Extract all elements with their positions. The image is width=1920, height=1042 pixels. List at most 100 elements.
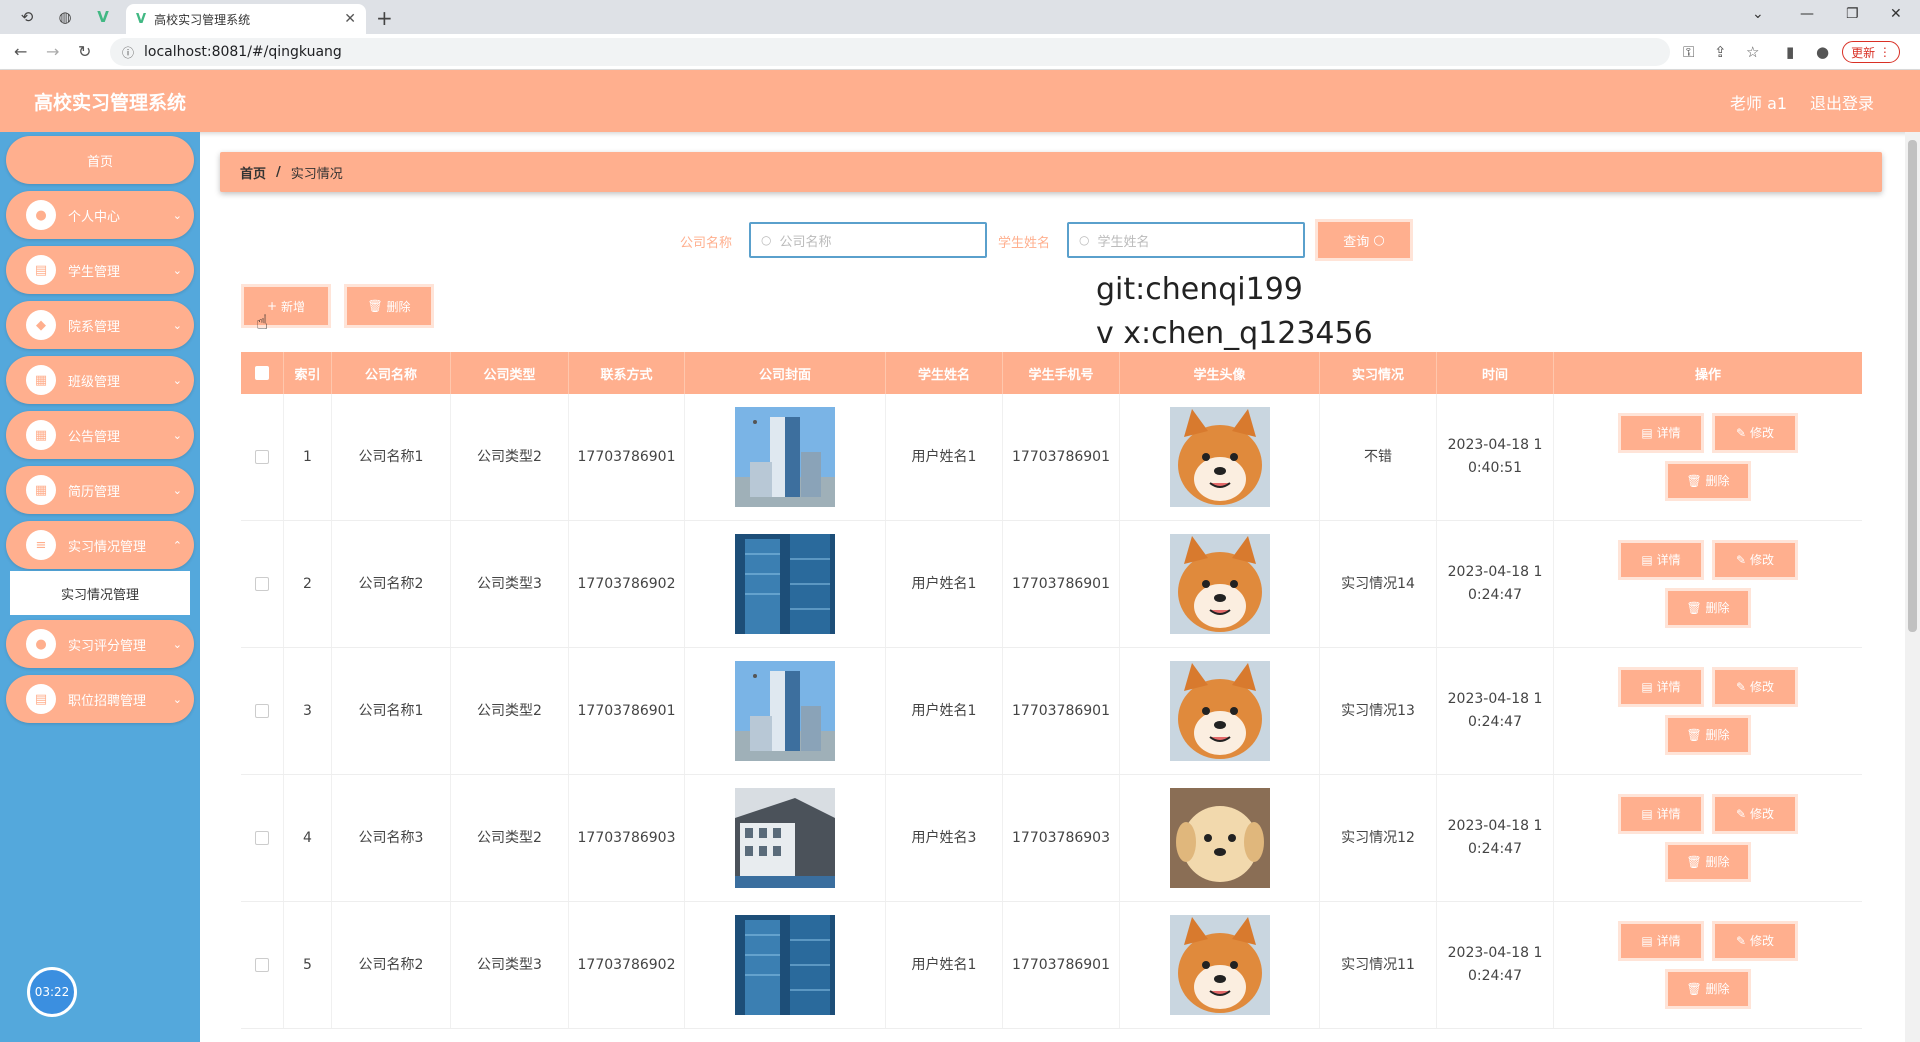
row-delete-button[interactable]: 🗑 删除 [1668, 591, 1748, 625]
share-icon[interactable]: ⇪ [1714, 43, 1727, 61]
sidebar-item-notices[interactable]: ▦ 公告管理 ⌄ [6, 411, 194, 459]
student-search-input[interactable]: ○ 学生姓名 [1067, 222, 1305, 258]
chevron-down-icon: ⌄ [172, 373, 182, 387]
detail-button[interactable]: ▤ 详情 [1621, 416, 1701, 450]
star-icon[interactable]: ☆ [1746, 43, 1759, 61]
globe-icon[interactable]: ◍ [54, 6, 76, 28]
cell-student-phone: 17703786901 [1003, 521, 1120, 647]
back-history-icon[interactable]: ⟲ [16, 6, 38, 28]
edit-button[interactable]: ✎ 修改 [1715, 670, 1795, 704]
vue-icon[interactable]: V [92, 6, 114, 28]
sidepanel-icon[interactable]: ▮ [1786, 43, 1794, 61]
back-icon[interactable]: ← [14, 42, 27, 61]
chevron-down-icon: ⌄ [172, 483, 182, 497]
info-icon[interactable]: ⓘ [122, 44, 134, 61]
reload-icon[interactable]: ↻ [78, 42, 91, 61]
student-avatar-image [1169, 407, 1270, 507]
update-button[interactable]: 更新 ⋮ [1842, 41, 1900, 63]
edit-button[interactable]: ✎ 修改 [1715, 797, 1795, 831]
row-select-cell[interactable] [241, 521, 284, 647]
query-button[interactable]: 查询 ○ [1318, 222, 1410, 258]
address-bar[interactable]: ⓘ localhost:8081/#/qingkuang [110, 38, 1670, 66]
row-checkbox[interactable] [255, 831, 269, 845]
sidebar-item-label: 实习评分管理 [68, 638, 147, 654]
row-checkbox[interactable] [255, 577, 269, 591]
table-row: 5 公司名称2 公司类型3 17703786902 用户姓名1 17703786… [241, 902, 1862, 1029]
select-all-cell[interactable] [241, 352, 284, 394]
batch-delete-button[interactable]: 🗑 删除 [347, 287, 431, 325]
edit-button[interactable]: ✎ 修改 [1715, 543, 1795, 577]
edit-button[interactable]: ✎ 修改 [1715, 924, 1795, 958]
edit-label: 修改 [1749, 806, 1774, 821]
cell-cover [685, 394, 886, 520]
close-icon[interactable]: ✕ [344, 11, 356, 27]
time-line-2: 0:24:47 [1468, 841, 1522, 857]
breadcrumb-home[interactable]: 首页 [240, 163, 266, 182]
table-header: 索引 公司名称 公司类型 联系方式 公司封面 学生姓名 学生手机号 学生头像 实… [241, 352, 1862, 394]
restore-icon[interactable]: ❐ [1846, 6, 1859, 22]
update-label: 更新 [1851, 45, 1876, 60]
cell-student-name: 用户姓名1 [886, 902, 1003, 1028]
row-select-cell[interactable] [241, 648, 284, 774]
detail-label: 详情 [1656, 679, 1681, 694]
browser-tab-title: 高校实习管理系统 [154, 12, 251, 27]
add-label: 新增 [280, 299, 305, 314]
cell-actions: ▤ 详情 ✎ 修改 🗑 删除 [1554, 648, 1862, 774]
close-window-icon[interactable]: ✕ [1890, 6, 1902, 22]
cell-avatar [1120, 521, 1320, 647]
row-delete-button[interactable]: 🗑 删除 [1668, 845, 1748, 879]
cell-situation: 实习情况14 [1320, 521, 1437, 647]
row-checkbox[interactable] [255, 958, 269, 972]
sidebar-item-scoring[interactable]: ● 实习评分管理 ⌄ [6, 620, 194, 668]
key-icon[interactable]: ⚿ [1683, 43, 1694, 61]
sidebar-item-students[interactable]: ▤ 学生管理 ⌄ [6, 246, 194, 294]
row-delete-button[interactable]: 🗑 删除 [1668, 972, 1748, 1006]
row-checkbox[interactable] [255, 704, 269, 718]
profile-icon[interactable]: ● [1816, 43, 1829, 61]
row-checkbox[interactable] [255, 450, 269, 464]
trash-icon: 🗑 [1686, 473, 1702, 488]
cell-company: 公司名称2 [332, 902, 451, 1028]
browser-tab[interactable]: V 高校实习管理系统 ✕ [126, 4, 366, 34]
watermark-line-2: v x:chen_q123456 [1096, 316, 1373, 351]
timer-badge[interactable]: 03:22 [27, 967, 77, 1017]
detail-button[interactable]: ▤ 详情 [1621, 670, 1701, 704]
header-student-phone: 学生手机号 [1003, 352, 1120, 394]
sidebar-item-home[interactable]: 首页 [6, 136, 194, 184]
sidebar-item-label: 班级管理 [68, 374, 121, 390]
forward-icon[interactable]: → [46, 42, 59, 61]
detail-button[interactable]: ▤ 详情 [1621, 543, 1701, 577]
cell-time: 2023-04-18 1 0:24:47 [1437, 521, 1554, 647]
sidebar-item-personal[interactable]: ● 个人中心 ⌄ [6, 191, 194, 239]
sidebar-item-resumes[interactable]: ▦ 简历管理 ⌄ [6, 466, 194, 514]
time-line-1: 2023-04-18 1 [1447, 437, 1543, 453]
row-delete-button[interactable]: 🗑 删除 [1668, 464, 1748, 498]
pencil-icon: ✎ [1736, 933, 1747, 948]
chevron-down-icon[interactable]: ⌄ [1752, 6, 1764, 22]
minimize-icon[interactable]: — [1800, 6, 1814, 22]
header-company-type: 公司类型 [451, 352, 569, 394]
row-select-cell[interactable] [241, 394, 284, 520]
company-search-input[interactable]: ○ 公司名称 [749, 222, 987, 258]
sidebar-item-recruitment[interactable]: ▤ 职位招聘管理 ⌄ [6, 675, 194, 723]
edit-label: 修改 [1749, 933, 1774, 948]
edit-label: 修改 [1749, 552, 1774, 567]
sidebar-item-label: 公告管理 [68, 429, 121, 445]
sidebar-item-internship[interactable]: ≡ 实习情况管理 ⌃ [6, 521, 194, 569]
sidebar-item-classes[interactable]: ▦ 班级管理 ⌄ [6, 356, 194, 404]
new-tab-icon[interactable]: + [376, 6, 393, 30]
select-all-checkbox[interactable] [255, 366, 269, 380]
submenu-item-internship-situation[interactable]: 实习情况管理 [10, 571, 190, 615]
detail-button[interactable]: ▤ 详情 [1621, 797, 1701, 831]
row-select-cell[interactable] [241, 902, 284, 1028]
sidebar-item-departments[interactable]: ◆ 院系管理 ⌄ [6, 301, 194, 349]
logout-link[interactable]: 退出登录 [1810, 90, 1874, 114]
edit-button[interactable]: ✎ 修改 [1715, 416, 1795, 450]
detail-button[interactable]: ▤ 详情 [1621, 924, 1701, 958]
row-select-cell[interactable] [241, 775, 284, 901]
trash-icon: 🗑 [1686, 854, 1702, 869]
scrollbar-thumb[interactable] [1908, 140, 1917, 632]
cell-time: 2023-04-18 1 0:24:47 [1437, 902, 1554, 1028]
header-contact: 联系方式 [569, 352, 685, 394]
row-delete-button[interactable]: 🗑 删除 [1668, 718, 1748, 752]
